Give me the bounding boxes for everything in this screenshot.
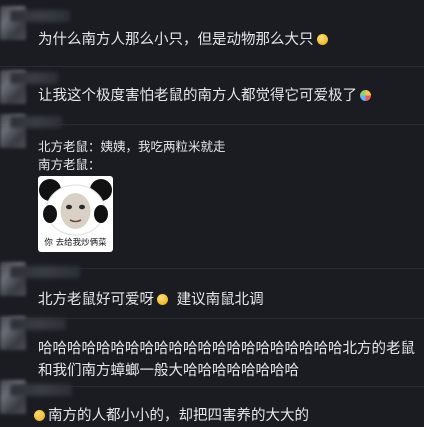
username-blurred[interactable] [10,10,70,22]
comment-4-text-2: 建议南鼠北调 [176,292,264,308]
comment-line-1: 北方老鼠：姨姨，我吃两粒米就走 [38,139,226,154]
username-blurred[interactable] [10,116,62,128]
comment-2-text: 让我这个极度害怕老鼠的南方人都觉得它可爱极了 [38,88,357,104]
divider [0,66,424,67]
username-blurred[interactable] [10,318,66,330]
comment-1-text: 为什么南方人那么小只，但是动物那么大只 [38,32,314,48]
username-blurred[interactable] [10,384,72,396]
sticker-caption: 你 去给我炒俩菜 [44,238,107,248]
comment-text: 南方的人都小小的，却把四害养的大大的 [34,406,309,426]
comment-text: 为什么南方人那么小只，但是动物那么大只 [38,30,328,50]
username-blurred[interactable] [10,266,80,278]
comment-4-text: 北方老鼠好可爱呀 [38,292,154,308]
laughing-emoji-icon [157,294,168,305]
colorful-emoji-icon [360,90,371,101]
username-blurred[interactable] [10,72,58,84]
divider [0,124,424,125]
panda-face-icon [39,179,112,236]
comment-text: 北方老鼠好可爱呀 建议南鼠北调 [38,290,264,310]
comment-5-text: 哈哈哈哈哈哈哈哈哈哈哈哈哈哈哈哈哈哈哈哈哈北方的老鼠和我们南方蟑螂一般大哈哈哈哈… [38,341,415,379]
comment-6-text: 南方的人都小小的，却把四害养的大大的 [48,408,309,424]
panda-meme-sticker[interactable]: 你 去给我炒俩菜 [38,176,113,252]
yellow-face-emoji-icon [316,34,328,45]
yellow-face-emoji-icon [34,410,45,421]
comment-line-2: 南方老鼠： [38,157,101,172]
comment-text: 让我这个极度害怕老鼠的南方人都觉得它可爱极了 [38,86,371,106]
